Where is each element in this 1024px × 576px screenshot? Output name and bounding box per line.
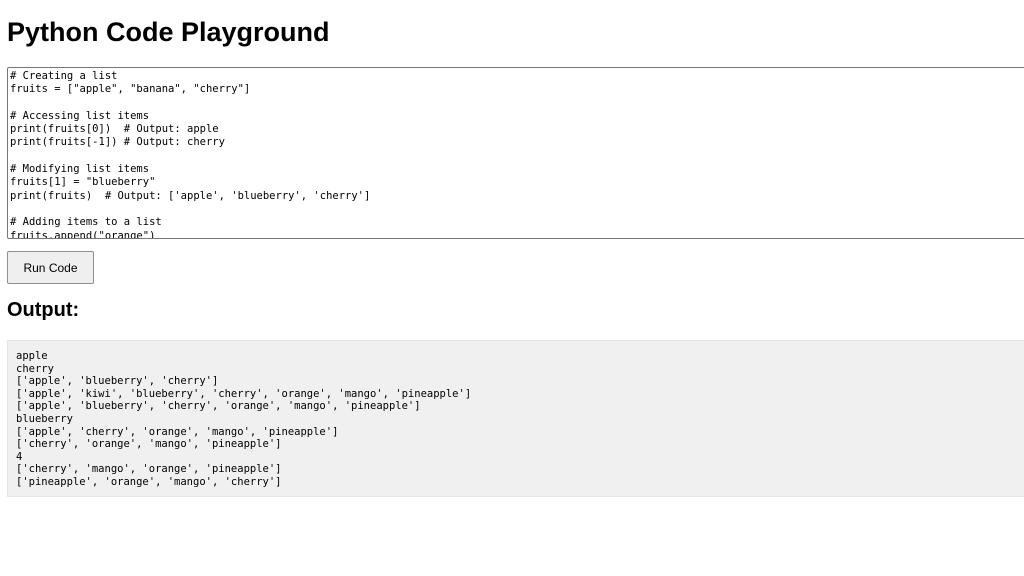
page-title: Python Code Playground: [7, 17, 330, 47]
output-heading: Output:: [7, 299, 80, 321]
run-code-button[interactable]: Run Code: [7, 251, 94, 284]
code-editor[interactable]: # Creating a list fruits = ["apple", "ba…: [7, 67, 1024, 239]
output-text: apple cherry ['apple', 'blueberry', 'che…: [16, 350, 472, 488]
playground-page: Python Code Playground # Creating a list…: [0, 0, 1024, 576]
output-panel: apple cherry ['apple', 'blueberry', 'che…: [7, 340, 1024, 497]
code-editor-content[interactable]: # Creating a list fruits = ["apple", "ba…: [8, 68, 1024, 238]
